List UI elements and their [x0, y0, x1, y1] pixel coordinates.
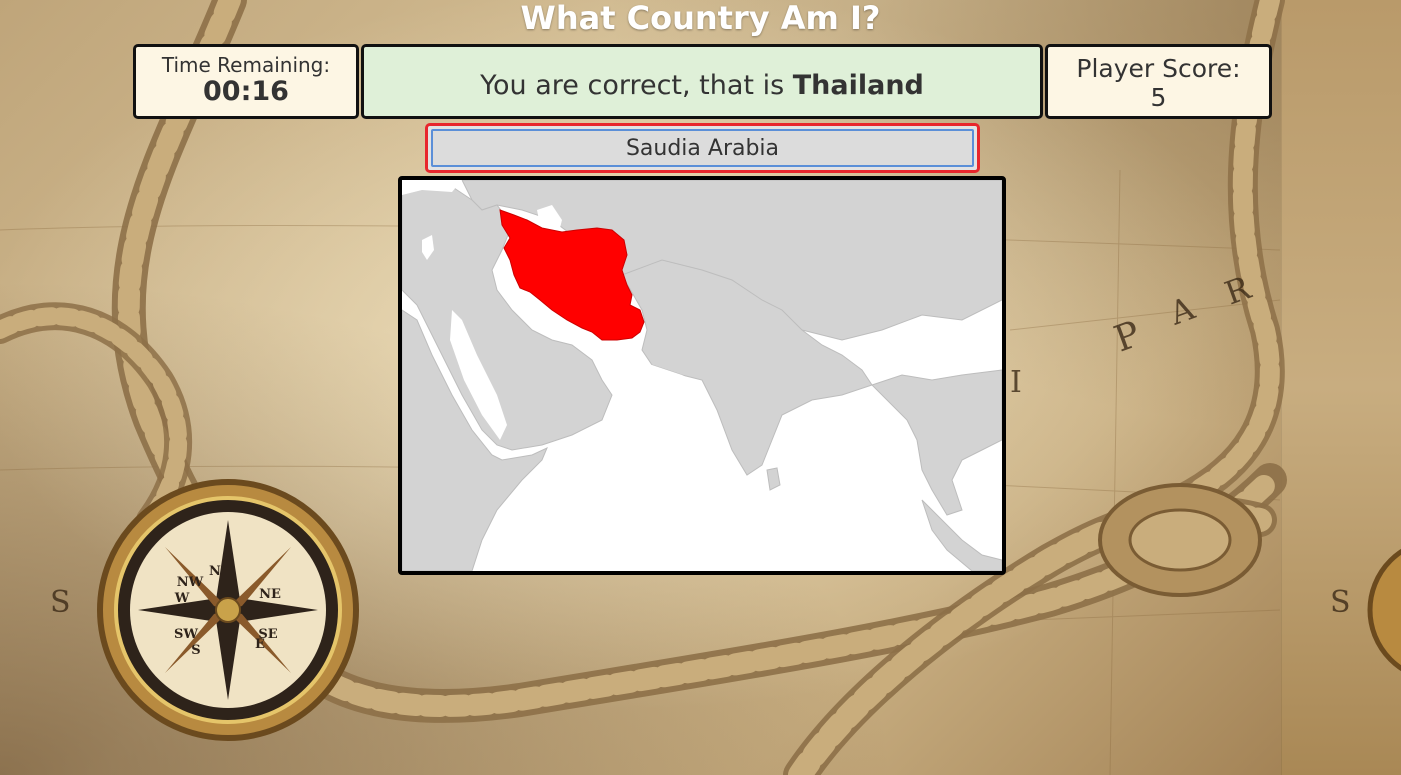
- svg-text:W: W: [174, 591, 190, 606]
- answer-input[interactable]: [431, 129, 974, 167]
- svg-text:SW: SW: [174, 627, 198, 642]
- score-label: Player Score:: [1076, 54, 1241, 83]
- page-title: What Country Am I?: [520, 0, 881, 37]
- answer-input-frame: [425, 123, 980, 173]
- svg-text:E: E: [255, 637, 265, 652]
- svg-text:S: S: [50, 585, 71, 620]
- svg-text:A: A: [1164, 289, 1200, 333]
- timer-label: Time Remaining:: [161, 53, 331, 77]
- score-value: 5: [1150, 83, 1167, 112]
- feedback-panel: You are correct, that is Thailand: [361, 44, 1043, 119]
- svg-text:NE: NE: [259, 587, 281, 602]
- country-map: [398, 176, 1006, 575]
- svg-text:I: I: [1010, 365, 1022, 400]
- svg-text:NW: NW: [177, 575, 204, 590]
- map-svg: [402, 180, 1002, 571]
- feedback-message: You are correct, that is Thailand: [364, 71, 1040, 101]
- svg-text:P: P: [1109, 314, 1146, 361]
- timer-panel: Time Remaining: 00:16: [133, 44, 359, 119]
- feedback-prefix: You are correct, that is: [480, 70, 793, 101]
- compass-icon: NE SE SW NW N E S W: [97, 479, 359, 741]
- svg-text:S: S: [1330, 585, 1351, 620]
- timer-value: 00:16: [203, 76, 289, 107]
- svg-text:S: S: [191, 643, 200, 658]
- feedback-country: Thailand: [792, 70, 924, 101]
- svg-text:N: N: [209, 564, 221, 579]
- score-panel: Player Score: 5: [1045, 44, 1272, 119]
